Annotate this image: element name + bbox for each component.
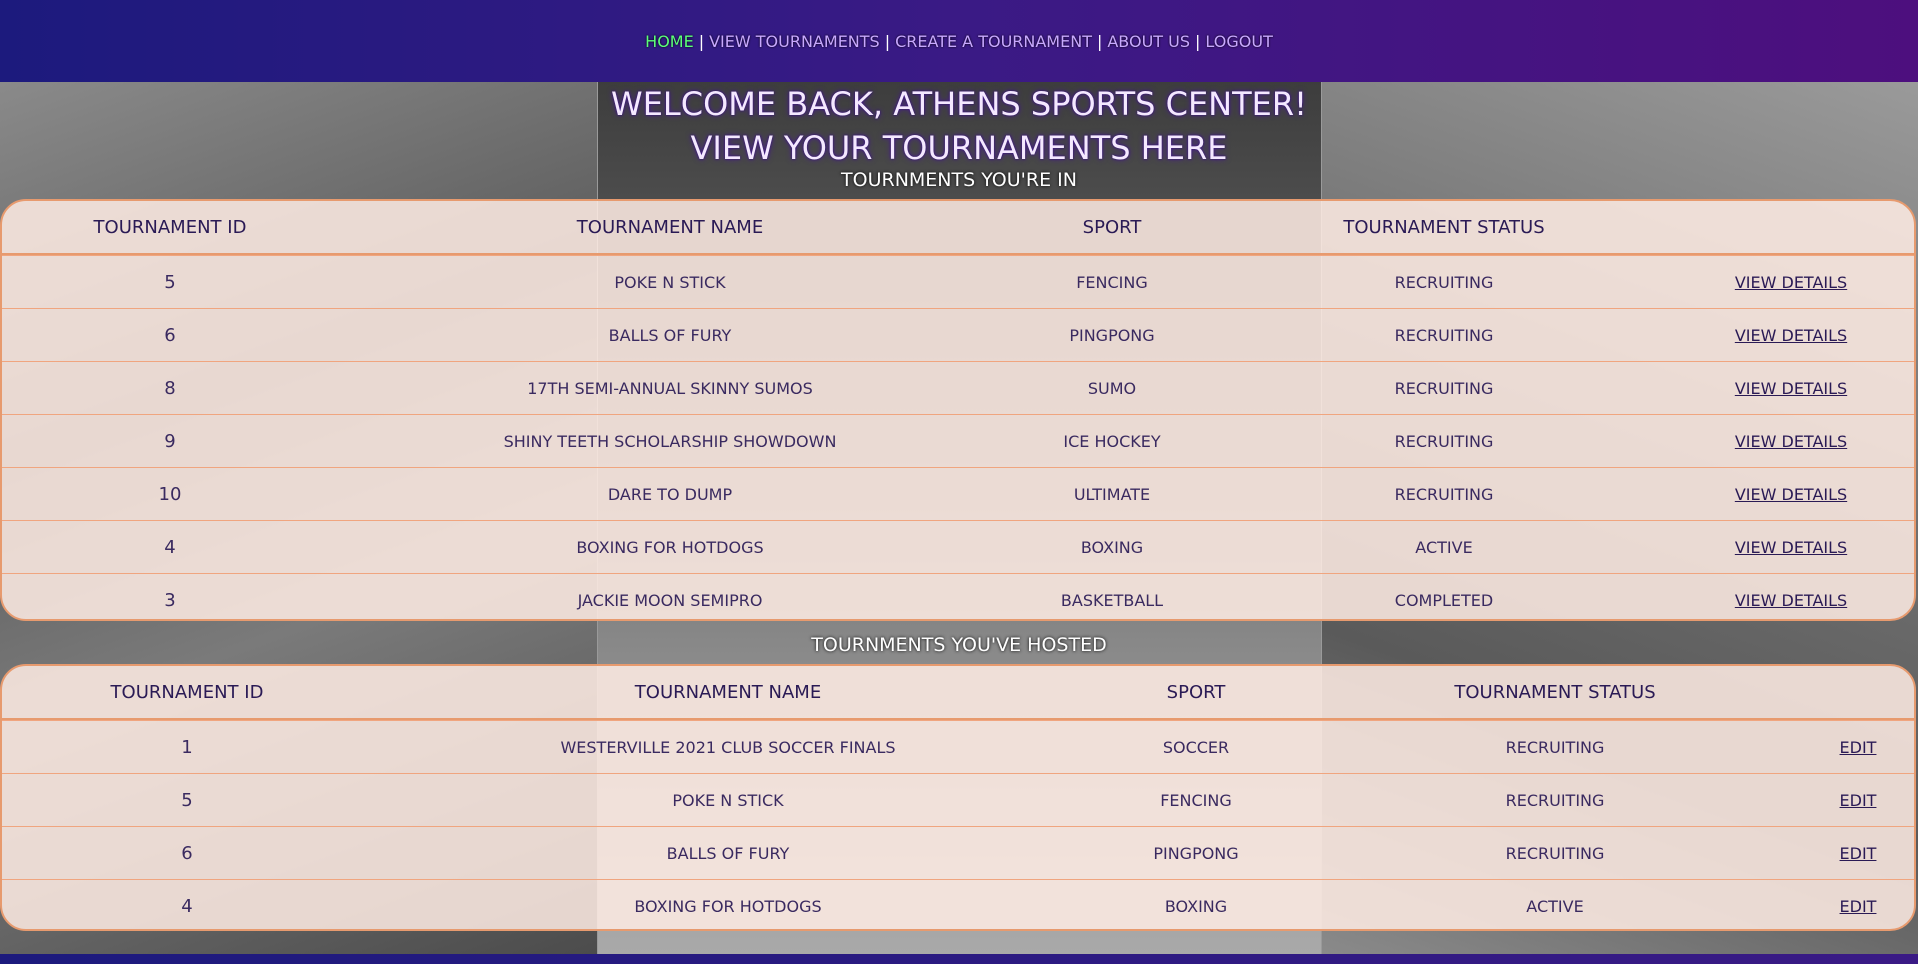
edit-link[interactable]: EDIT xyxy=(1802,738,1914,757)
table-row: 4 BOXING FOR HOTDOGS BOXING ACTIVE VIEW DETA… xyxy=(2,520,1914,573)
cell-id: 1 xyxy=(181,736,193,758)
column-header-status: TOURNAMENT STATUS xyxy=(1454,681,1656,703)
cell-sport: ICE HOCKEY xyxy=(1063,431,1161,451)
cell-sport: FENCING xyxy=(1076,272,1148,292)
cell-sport: FENCING xyxy=(1160,790,1232,810)
table-row: 1 WESTERVILLE 2021 CLUB SOCCER FINALS SOCC… xyxy=(2,720,1914,773)
cell-sport: BASKETBALL xyxy=(1060,590,1164,610)
column-header-sport: SPORT xyxy=(1166,681,1226,703)
view-details-link[interactable]: VIEW DETAILS xyxy=(1666,379,1914,398)
cell-status: RECRUITING xyxy=(1394,484,1494,504)
cell-id: 10 xyxy=(158,483,182,505)
cell-id: 6 xyxy=(164,324,176,346)
cell-id: 6 xyxy=(181,842,193,864)
column-header-name: TOURNAMENT NAME xyxy=(576,216,764,238)
cell-sport: PINGPONG xyxy=(1069,325,1155,345)
cell-name: BALLS OF FURY xyxy=(608,325,732,345)
hosted-tournaments-table: TOURNAMENT ID TOURNAMENT NAME SPORT TOUR… xyxy=(0,664,1916,931)
welcome-line-2: VIEW YOUR TOURNAMENTS HERE xyxy=(690,129,1228,167)
column-header-sport: SPORT xyxy=(1082,216,1142,238)
cell-name: BOXING FOR HOTDOGS xyxy=(634,896,822,916)
column-header-id: TOURNAMENT ID xyxy=(110,681,264,703)
cell-name: BALLS OF FURY xyxy=(666,843,790,863)
nav-logout-link[interactable]: LOGOUT xyxy=(1205,32,1272,51)
cell-name: POKE N STICK xyxy=(672,790,784,810)
table-row: 10 DARE TO DUMP ULTIMATE RECRUITING VIEW DET… xyxy=(2,467,1914,520)
edit-link[interactable]: EDIT xyxy=(1802,844,1914,863)
cell-name: JACKIE MOON SEMIPRO xyxy=(577,590,763,610)
nav-create-tournament-link[interactable]: CREATE A TOURNAMENT xyxy=(895,32,1092,51)
joined-section-title: TOURNMENTS YOU'RE IN xyxy=(841,169,1077,191)
cell-status: RECRUITING xyxy=(1505,843,1605,863)
table-row: 6 BALLS OF FURY PINGPONG RECRUITING VIEW DET… xyxy=(2,308,1914,361)
hosted-table-body: 1 WESTERVILLE 2021 CLUB SOCCER FINALS SOCC… xyxy=(2,720,1914,929)
column-header-name: TOURNAMENT NAME xyxy=(634,681,822,703)
cell-id: 8 xyxy=(164,377,176,399)
top-navigation: HOME | VIEW TOURNAMENTS | CREATE A TOURN… xyxy=(0,0,1918,82)
footer-bar xyxy=(0,954,1918,964)
table-row: 5 POKE N STICK FENCING RECRUITING VIEW DETAI… xyxy=(2,255,1914,308)
view-details-link[interactable]: VIEW DETAILS xyxy=(1666,432,1914,451)
nav-about-us-link[interactable]: ABOUT US xyxy=(1107,32,1190,51)
joined-table-body: 5 POKE N STICK FENCING RECRUITING VIEW DETAI… xyxy=(2,255,1914,619)
cell-name: DARE TO DUMP xyxy=(607,484,733,504)
table-header-row: TOURNAMENT ID TOURNAMENT NAME SPORT TOUR… xyxy=(2,201,1914,255)
nav-separator: | xyxy=(698,31,705,51)
cell-id: 4 xyxy=(164,536,176,558)
cell-name: SHINY TEETH SCHOLARSHIP SHOWDOWN xyxy=(503,431,837,451)
cell-sport: SUMO xyxy=(1087,378,1137,398)
nav-view-tournaments-link[interactable]: VIEW TOURNAMENTS xyxy=(709,32,880,51)
welcome-line-1: WELCOME BACK, ATHENS SPORTS CENTER! xyxy=(611,85,1307,123)
view-details-link[interactable]: VIEW DETAILS xyxy=(1666,326,1914,345)
cell-name: WESTERVILLE 2021 CLUB SOCCER FINALS xyxy=(560,737,896,757)
cell-id: 4 xyxy=(181,895,193,917)
cell-status: ACTIVE xyxy=(1526,896,1584,916)
welcome-heading: WELCOME BACK, ATHENS SPORTS CENTER! VIEW… xyxy=(0,82,1918,170)
hosted-section-title: TOURNMENTS YOU'VE HOSTED xyxy=(811,634,1107,656)
cell-name: POKE N STICK xyxy=(614,272,726,292)
cell-sport: PINGPONG xyxy=(1153,843,1239,863)
cell-sport: BOXING xyxy=(1080,537,1144,557)
cell-status: ACTIVE xyxy=(1415,537,1473,557)
table-row: 8 17TH SEMI-ANNUAL SKINNY SUMOS SUMO RECRUI… xyxy=(2,361,1914,414)
table-row: 6 BALLS OF FURY PINGPONG RECRUITING EDIT xyxy=(2,826,1914,879)
cell-status: RECRUITING xyxy=(1505,790,1605,810)
joined-tournaments-table: TOURNAMENT ID TOURNAMENT NAME SPORT TOUR… xyxy=(0,199,1916,621)
cell-status: RECRUITING xyxy=(1394,378,1494,398)
cell-id: 3 xyxy=(164,589,176,611)
nav-home-link[interactable]: HOME xyxy=(645,32,694,51)
cell-name: 17TH SEMI-ANNUAL SKINNY SUMOS xyxy=(527,378,813,398)
view-details-link[interactable]: VIEW DETAILS xyxy=(1666,538,1914,557)
cell-name: BOXING FOR HOTDOGS xyxy=(576,537,764,557)
view-details-link[interactable]: VIEW DETAILS xyxy=(1666,591,1914,610)
table-row: 3 JACKIE MOON SEMIPRO BASKETBALL COMPLETED V… xyxy=(2,573,1914,619)
cell-status: RECRUITING xyxy=(1394,325,1494,345)
cell-status: RECRUITING xyxy=(1394,272,1494,292)
view-details-link[interactable]: VIEW DETAILS xyxy=(1666,273,1914,292)
edit-link[interactable]: EDIT xyxy=(1802,897,1914,916)
view-details-link[interactable]: VIEW DETAILS xyxy=(1666,485,1914,504)
cell-sport: BOXING xyxy=(1164,896,1228,916)
nav-separator: | xyxy=(884,31,891,51)
column-header-id: TOURNAMENT ID xyxy=(93,216,247,238)
cell-status: RECRUITING xyxy=(1394,431,1494,451)
cell-id: 5 xyxy=(181,789,193,811)
cell-sport: ULTIMATE xyxy=(1073,484,1151,504)
table-row: 5 POKE N STICK FENCING RECRUITING EDIT xyxy=(2,773,1914,826)
table-header-row: TOURNAMENT ID TOURNAMENT NAME SPORT TOUR… xyxy=(2,666,1914,720)
table-row: 9 SHINY TEETH SCHOLARSHIP SHOWDOWN ICE HOC… xyxy=(2,414,1914,467)
cell-status: RECRUITING xyxy=(1505,737,1605,757)
nav-separator: | xyxy=(1096,31,1103,51)
nav-separator: | xyxy=(1195,31,1201,51)
cell-status: COMPLETED xyxy=(1394,590,1494,610)
cell-id: 5 xyxy=(164,271,176,293)
edit-link[interactable]: EDIT xyxy=(1802,791,1914,810)
cell-id: 9 xyxy=(164,430,176,452)
column-header-status: TOURNAMENT STATUS xyxy=(1343,216,1545,238)
cell-sport: SOCCER xyxy=(1162,737,1230,757)
table-row: 4 BOXING FOR HOTDOGS BOXING ACTIVE EDIT xyxy=(2,879,1914,929)
